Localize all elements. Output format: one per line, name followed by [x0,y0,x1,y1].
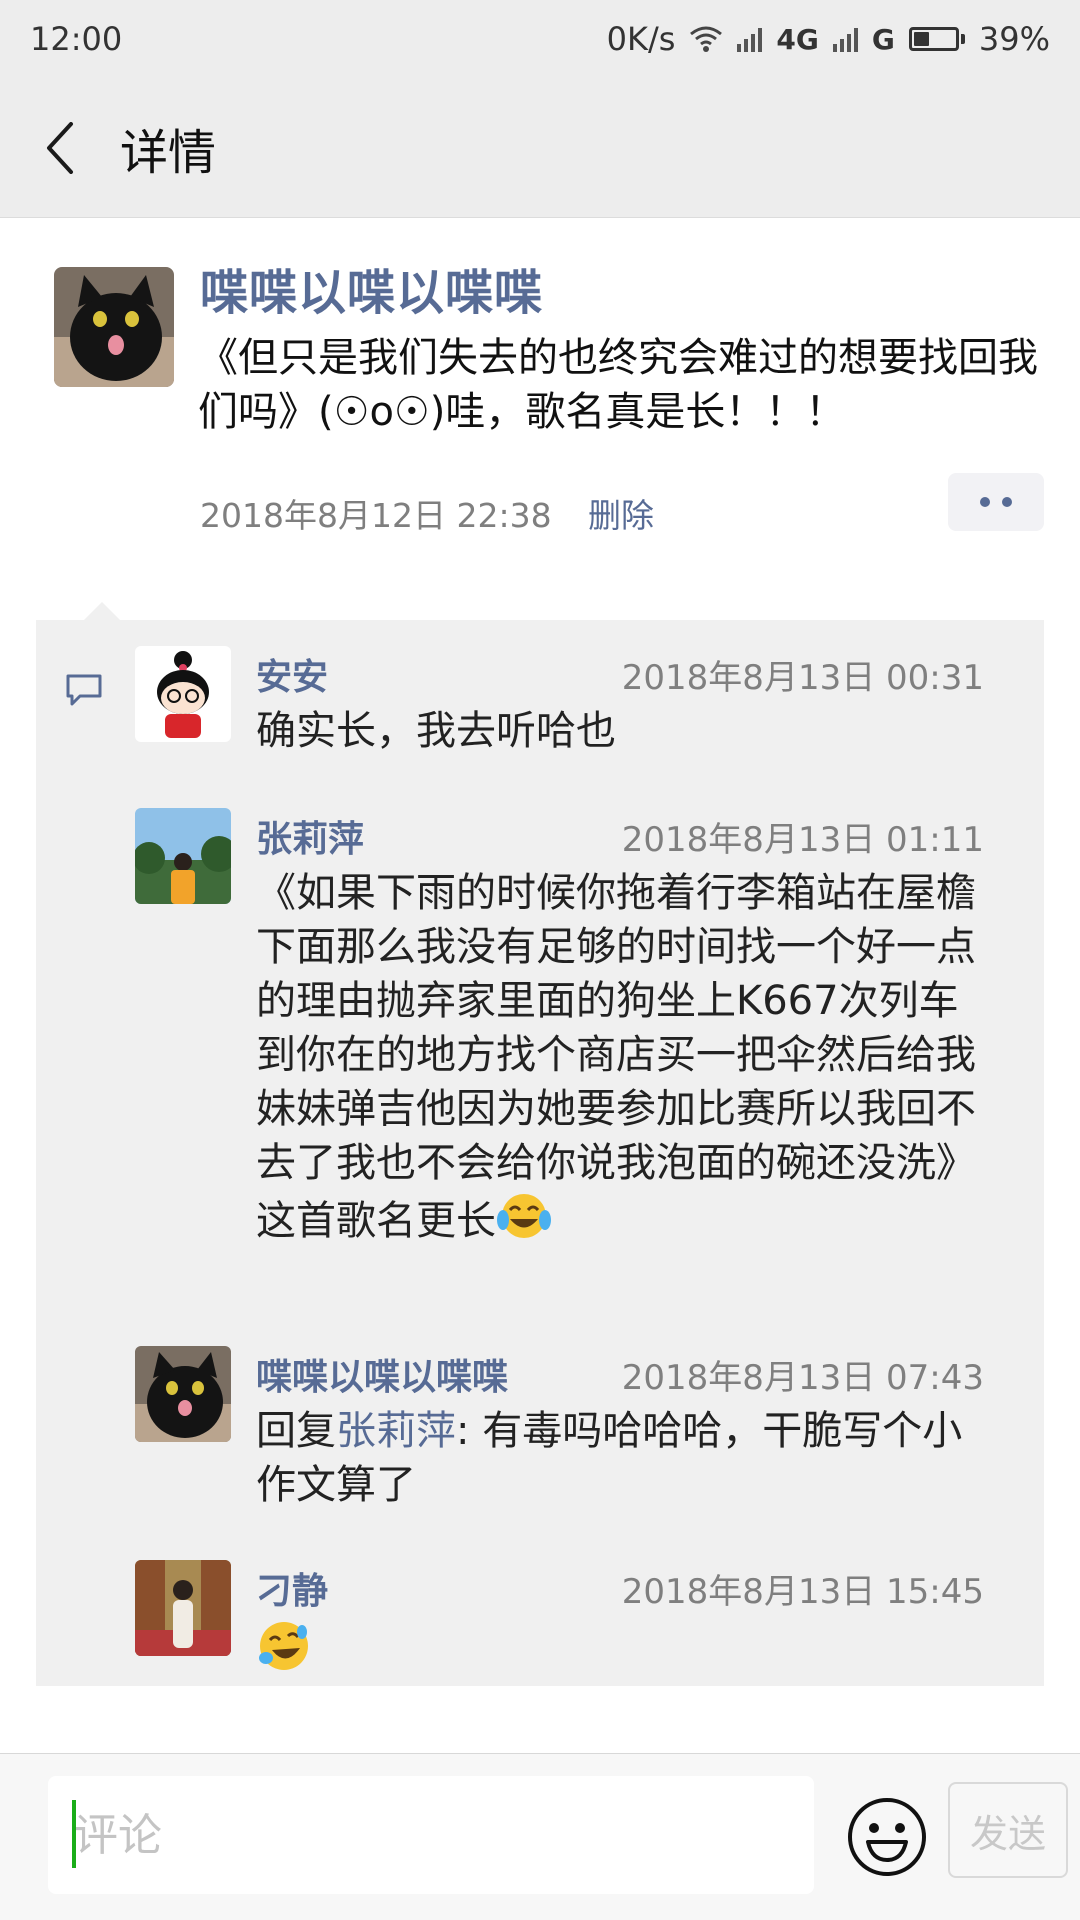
chevron-left-icon [47,121,73,174]
commenter-avatar[interactable] [135,1560,231,1656]
status-bar: 12:00 0K/s 4G G 39% [0,0,1080,78]
network-speed: 0K/s [606,20,676,58]
commenter-avatar[interactable] [135,646,231,742]
comments-section: 安安 2018年8月13日 00:31 确实长，我去听哈也 张莉萍 2018年8… [36,602,1044,1686]
author-avatar[interactable] [54,267,174,387]
commenter-name[interactable]: 安安 [256,648,328,700]
network-type-2: G [871,22,895,56]
comments-pointer [84,602,120,620]
status-time: 12:00 [30,20,123,58]
dot-icon [1002,497,1012,507]
comment-icon [66,674,102,706]
comment-text: 回复张莉萍: 有毒吗哈哈哈，干脆写个小作文算了 [256,1404,996,1512]
commenter-name[interactable]: 刁静 [256,1562,328,1614]
back-button[interactable] [0,78,120,218]
commenter-avatar[interactable] [135,808,231,904]
text-cursor [72,1800,76,1868]
commenter-name[interactable]: 张莉萍 [256,810,364,862]
comment-text-body: 《如果下雨的时候你拖着行李箱站在屋檐下面那么我没有足够的时间找一个好一点的理由抛… [256,870,976,1244]
network-type-1: 4G [776,22,819,56]
comment-text: 确实长，我去听哈也 [256,708,616,754]
dot-icon [980,497,990,507]
nav-bar: 详情 [0,78,1080,218]
page-title: 详情 [120,124,217,181]
comment-input[interactable] [48,1776,814,1894]
delete-button[interactable]: 删除 [588,489,654,537]
more-options-button[interactable] [948,473,1044,531]
battery-icon [908,27,965,51]
post-timestamp: 2018年8月12日 22:38 [200,496,552,535]
wifi-icon [690,26,723,52]
comment-input-bar: 发送 [0,1753,1080,1920]
emoji-button-icon[interactable] [846,1796,928,1878]
post-content: 《但只是我们失去的也终究会难过的想要找回我们吗》(☉o☉)哇，歌名真是长！！！ [198,335,1038,435]
reply-to-name[interactable]: 张莉萍 [336,1408,456,1454]
rolling-laughing-emoji-icon [259,1622,308,1670]
comment-time: 2018年8月13日 01:11 [621,820,984,860]
commenter-name[interactable]: 喋喋以喋以喋喋 [256,1348,508,1400]
battery-percent: 39% [978,20,1050,58]
comment-time: 2018年8月13日 15:45 [621,1572,984,1612]
reply-prefix: 回复 [256,1408,336,1454]
comment-text: 《如果下雨的时候你拖着行李箱站在屋檐下面那么我没有足够的时间找一个好一点的理由抛… [256,866,996,1248]
comment-time: 2018年8月13日 00:31 [621,658,984,698]
signal-icon [737,26,763,52]
tears-of-joy-emoji-icon [497,1194,551,1238]
post-author-name[interactable]: 喋喋以喋以喋喋 [200,253,543,323]
comment-time: 2018年8月13日 07:43 [621,1358,984,1398]
status-indicators: 0K/s 4G G 39% [607,20,1050,58]
signal-icon-2 [832,26,858,52]
comment-text [256,1618,996,1680]
send-button[interactable]: 发送 [948,1782,1068,1878]
commenter-avatar[interactable] [135,1346,231,1442]
